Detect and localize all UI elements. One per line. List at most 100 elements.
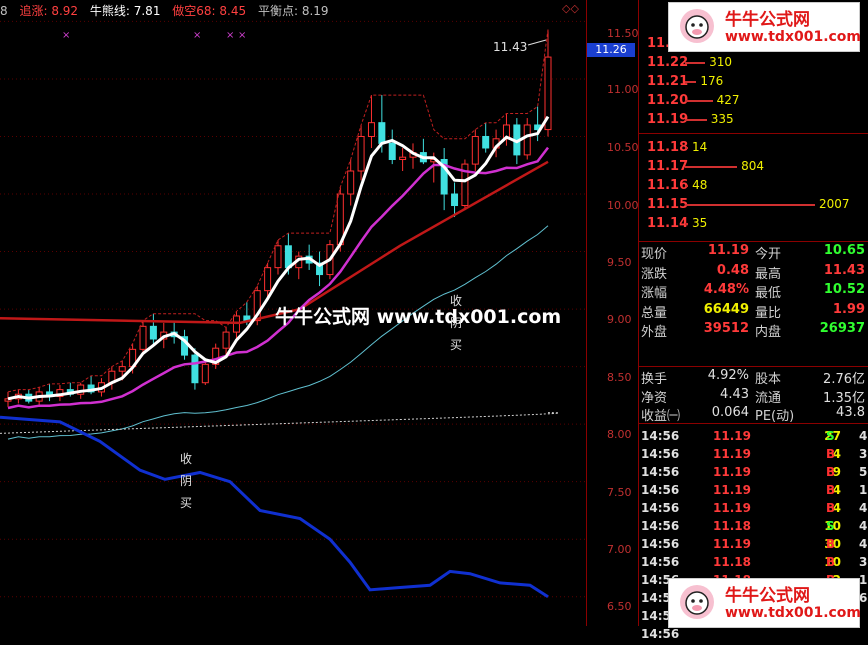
order-volume-bar <box>685 62 706 64</box>
tick-time: 14:56 <box>641 537 680 551</box>
order-book-row[interactable]: 11.14 35 <box>647 216 707 232</box>
order-book-row[interactable]: 11.20 427 <box>647 93 740 109</box>
axis-label: 11.50 <box>607 27 639 40</box>
fundamental-label: PE(动) <box>755 409 795 424</box>
quote-value: 11.43 <box>823 262 865 278</box>
order-volume: 310 <box>709 55 732 69</box>
order-price: 11. <box>647 36 671 51</box>
order-volume: 35 <box>692 216 708 230</box>
axis-label: 8.50 <box>607 371 632 384</box>
quote-label: 总量 <box>641 305 668 321</box>
kline-chart[interactable]: × × × × 8 追涨: 8.92 牛熊线: 7.81 做空68: 8.45 平衡点… <box>0 0 586 626</box>
tick-row[interactable]: 14:56 11.19 4 B 1 <box>639 483 868 501</box>
order-book-row[interactable]: 11.16 48 <box>647 178 707 194</box>
candle-body <box>482 135 490 149</box>
order-book-row[interactable]: 11.21 176 <box>647 74 723 90</box>
tick-side: B <box>826 465 836 479</box>
tick-time: 14:56 <box>641 465 680 479</box>
fundamental-label: 换手 <box>641 372 668 387</box>
quote-label: 最高 <box>755 266 782 282</box>
high-arrow <box>527 39 547 46</box>
tick-side: B <box>826 555 836 569</box>
order-volume: 14 <box>692 140 708 154</box>
current-price-tag: 11.26 <box>587 43 635 57</box>
cow-logo-icon <box>680 9 714 43</box>
quote-panel: 11. 11.22 310 11.21 176 11.20 427 11.19 335 11.18… <box>638 0 868 641</box>
candle-body <box>367 122 375 137</box>
logo-title: 牛牛公式网 <box>725 10 810 30</box>
tick-count: 5 <box>859 465 868 479</box>
signal-marker: × <box>62 30 70 41</box>
quote-row: 涨幅 4.48% 最低 10.52 <box>639 282 868 301</box>
quote-label: 现价 <box>641 247 668 262</box>
axis-label: 7.00 <box>607 543 632 556</box>
order-book-row[interactable]: 11.15 2007 <box>647 197 850 213</box>
fundamental-row: 换手 4.92% 股本 2.76亿 <box>639 368 868 387</box>
order-price: 11.18 <box>647 140 689 155</box>
tick-row[interactable]: 14:56 11.19 4 B 3 <box>639 447 868 465</box>
order-price: 11.15 <box>647 197 689 212</box>
fundamental-row: 净资 4.43 流通 1.35亿 <box>639 387 868 406</box>
quote-value: 10.52 <box>823 282 865 297</box>
candle-body <box>471 135 479 165</box>
quote-value: 1.99 <box>832 301 865 317</box>
quote-value: 26937 <box>819 321 865 336</box>
axis-label: 6.50 <box>607 600 632 613</box>
quote-value: 39512 <box>703 321 749 336</box>
candle-body <box>139 325 147 350</box>
fundamental-label: 净资 <box>641 390 668 406</box>
indicator-chase: 追涨: 8.92 <box>19 4 79 18</box>
order-volume-bar <box>685 100 713 102</box>
fundamental-label: 收益㈠ <box>641 409 681 424</box>
quote-value: 11.19 <box>707 243 749 258</box>
order-volume-bar <box>685 204 815 206</box>
order-price: 11.16 <box>647 178 689 193</box>
indicator-header: 8 追涨: 8.92 牛熊线: 7.81 做空68: 8.45 平衡点: 8.1… <box>0 2 337 19</box>
tick-row[interactable]: 14:56 11.18 10 B 3 <box>639 555 868 573</box>
order-volume: 804 <box>741 159 764 173</box>
tick-time: 14:56 <box>641 483 680 497</box>
quote-label: 外盘 <box>641 325 668 340</box>
upper-band-line <box>7 29 549 393</box>
candle-body <box>149 325 157 340</box>
candle-body <box>451 193 459 207</box>
tick-row[interactable]: 14:56 11.19 30 B 4 <box>639 537 868 555</box>
order-book-row[interactable]: 11.22 310 <box>647 55 732 71</box>
fundamental-value: 2.76亿 <box>823 372 865 387</box>
tick-row[interactable]: 14:56 11.18 10 S 4 <box>639 519 868 537</box>
indicator-short: 做空68: 8.45 <box>172 4 247 18</box>
order-price: 11.21 <box>647 74 689 89</box>
order-volume-bar <box>685 81 697 83</box>
tick-time: 14:56 <box>641 429 680 443</box>
tick-row[interactable]: 14:56 11.19 27 S 4 <box>639 429 868 447</box>
tick-side: S <box>826 519 835 533</box>
tick-time: 14:56 <box>641 501 680 515</box>
candle-body <box>388 142 396 160</box>
tick-price: 11.19 <box>713 483 751 497</box>
logo-top: 牛牛公式网 www.tdx001.com <box>668 2 862 52</box>
quote-row: 涨跌 0.48 最高 11.43 <box>639 263 868 282</box>
diamond-icon[interactable]: ◇◇ <box>562 2 579 15</box>
order-book-row[interactable]: 11. <box>647 36 670 52</box>
tick-row[interactable]: 14:56 11.19 9 B 5 <box>639 465 868 483</box>
axis-label: 7.50 <box>607 486 632 499</box>
candle-body <box>274 245 282 269</box>
signal-marker: × <box>193 30 201 41</box>
tick-row[interactable]: 14:56 <box>639 627 868 645</box>
high-marker: 11.43 <box>493 40 528 54</box>
logo-site: www.tdx001.com <box>725 29 862 45</box>
order-volume: 427 <box>716 93 740 107</box>
tick-price: 11.18 <box>713 555 751 569</box>
fundamental-value: 43.8 <box>836 405 865 420</box>
order-volume-bar <box>685 223 688 225</box>
tick-price: 11.18 <box>713 519 751 533</box>
tick-price: 11.19 <box>713 501 751 515</box>
order-book-row[interactable]: 11.19 335 <box>647 112 734 128</box>
quote-value: 4.48% <box>703 282 749 297</box>
order-book-row[interactable]: 11.17 804 <box>647 159 764 175</box>
order-book-row[interactable]: 11.18 14 <box>647 140 707 156</box>
tick-count: 4 <box>859 537 868 551</box>
tick-count: 4 <box>859 519 868 533</box>
fundamental-value: 4.43 <box>720 386 749 402</box>
tick-row[interactable]: 14:56 11.19 4 B 4 <box>639 501 868 519</box>
